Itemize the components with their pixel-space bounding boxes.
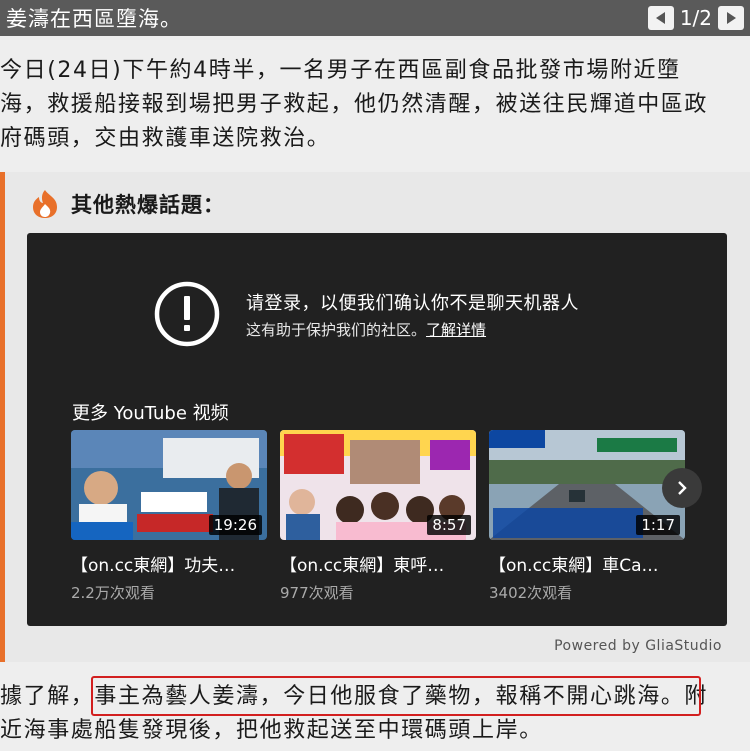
other-topics-title: 其他熱爆話題： — [71, 193, 225, 217]
highlight-box — [91, 676, 701, 716]
page-indicator: 1/2 — [679, 6, 712, 30]
prev-page-button[interactable] — [647, 6, 674, 30]
next-page-button[interactable] — [718, 6, 744, 30]
sign-in-notice: 请登录，以便我们确认你不是聊天机器人 这有助于保护我们的社区。了解详情 — [154, 281, 579, 347]
video-item[interactable]: 8:57 【on.cc東網】東呼… 977次观看 — [280, 430, 476, 603]
triangle-right-icon — [727, 12, 736, 24]
video-player[interactable]: 请登录，以便我们确认你不是聊天机器人 这有助于保护我们的社区。了解详情 更多 Y… — [27, 233, 727, 626]
video-views: 3402次观看 — [489, 584, 573, 602]
video-duration: 1:17 — [636, 515, 680, 535]
video-item[interactable]: 19:26 【on.cc東網】功夫… 2.2万次观看 — [71, 430, 267, 603]
learn-more-link[interactable]: 了解详情 — [426, 321, 486, 339]
triangle-left-icon — [655, 12, 665, 24]
article-title: 姜濤在西區墮海。 — [6, 7, 182, 31]
paragraph-line: 府碼頭，交由救護車送院救治。 — [0, 126, 331, 151]
video-duration: 8:57 — [427, 515, 471, 535]
other-topics-header: 其他熱爆話題： — [27, 188, 225, 220]
video-views: 2.2万次观看 — [71, 584, 155, 602]
more-videos-label: 更多 YouTube 视频 — [72, 403, 229, 424]
video-thumbnail[interactable]: 1:17 — [489, 430, 685, 540]
video-thumbnail[interactable]: 8:57 — [280, 430, 476, 540]
alert-circle-icon — [154, 281, 220, 347]
sign-in-subtext: 这有助于保护我们的社区。了解详情 — [246, 320, 487, 339]
pager: 1/2 — [647, 6, 750, 30]
paragraph-text: 據了解， — [0, 684, 95, 709]
article-paragraph: 近海事處船隻發現後，把他救起送至中環碼頭上岸。 — [0, 718, 543, 743]
flame-icon — [33, 190, 57, 218]
video-item[interactable]: 1:17 【on.cc東網】車Ca… 3402次观看 — [489, 430, 685, 603]
paragraph-line: 今日(24日)下午約4時半，一名男子在西區副食品批發市場附近墮 — [0, 58, 681, 83]
article-header: 姜濤在西區墮海。 1/2 — [0, 0, 750, 36]
powered-by-label: Powered by GliaStudio — [554, 638, 722, 654]
video-title[interactable]: 【on.cc東網】功夫… — [71, 551, 267, 576]
carousel-next-button[interactable] — [662, 468, 702, 508]
video-title[interactable]: 【on.cc東網】東呼… — [280, 551, 476, 576]
paragraph-line: 海，救援船接報到場把男子救起，他仍然清醒，被送往民輝道中區政 — [0, 92, 709, 117]
video-title[interactable]: 【on.cc東網】車Ca… — [489, 551, 685, 576]
video-views: 977次观看 — [280, 584, 354, 602]
chevron-right-icon — [678, 481, 687, 495]
sign-in-message: 请登录，以便我们确认你不是聊天机器人 — [246, 292, 579, 314]
article-paragraph: 今日(24日)下午約4時半，一名男子在西區副食品批發市場附近墮 海，救援船接報到… — [0, 54, 750, 156]
video-thumbnail[interactable]: 19:26 — [71, 430, 267, 540]
video-duration: 19:26 — [208, 515, 262, 535]
video-list: 19:26 【on.cc東網】功夫… 2.2万次观看 8:57 【on.cc東網… — [71, 430, 685, 603]
